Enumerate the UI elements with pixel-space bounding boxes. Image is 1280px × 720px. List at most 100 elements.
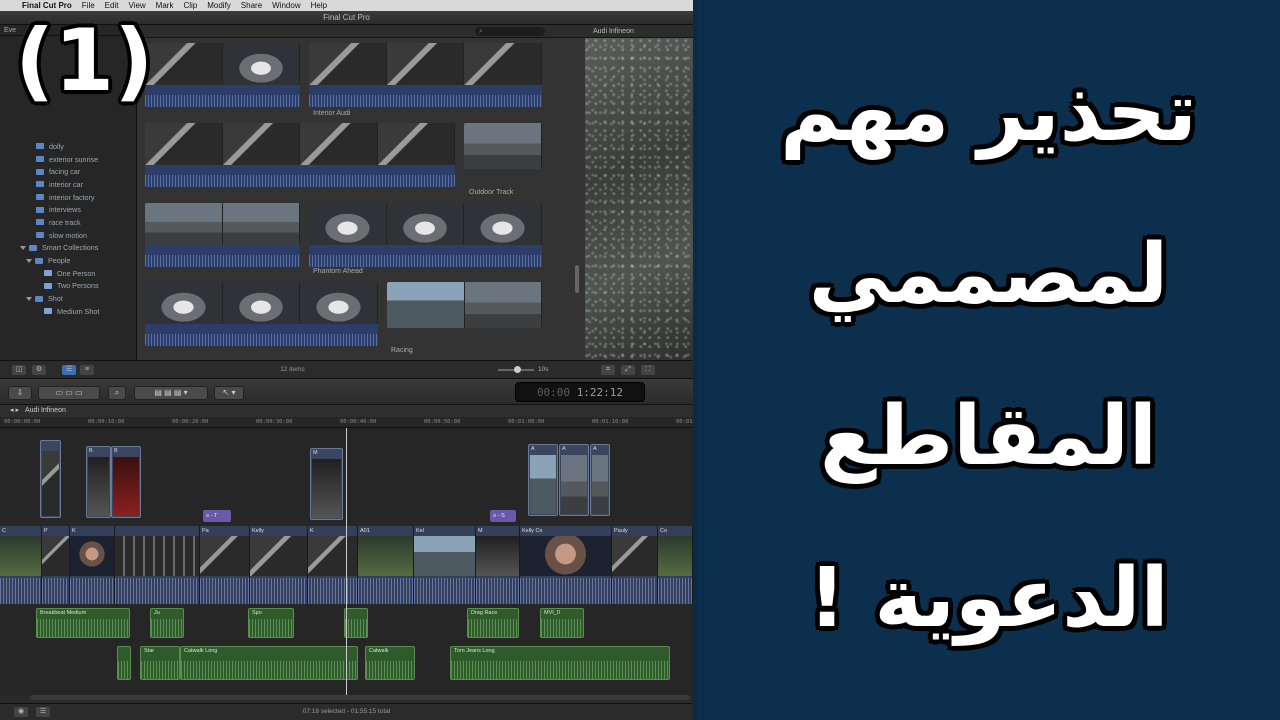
- storyline-clip[interactable]: M: [476, 526, 520, 604]
- transform-icon[interactable]: ⤢: [621, 365, 635, 375]
- browser-clip[interactable]: [145, 203, 300, 267]
- menu-clip[interactable]: Clip: [183, 0, 197, 11]
- disclosure-triangle-icon[interactable]: [26, 296, 32, 301]
- audio-clip[interactable]: Breakbeat Medium: [36, 608, 130, 638]
- library-item-people[interactable]: People: [0, 254, 137, 267]
- headline-line-2: لمصممي: [808, 227, 1169, 322]
- timeline[interactable]: B B M A A A ≡ - T ≡ - S C P K Pa Kelly K…: [0, 428, 693, 696]
- browser-clip[interactable]: [309, 43, 542, 107]
- title-clip[interactable]: ≡ - T: [203, 510, 231, 522]
- connected-clip[interactable]: A: [528, 444, 558, 516]
- timeline-ruler[interactable]: 00:00:00:00 00:00:10:00 00:00:20:00 00:00:3…: [0, 417, 693, 428]
- connected-clip[interactable]: B: [86, 446, 111, 518]
- audio-clip[interactable]: Ju: [150, 608, 184, 638]
- storyline-clip[interactable]: Pauly: [612, 526, 658, 604]
- fullscreen-icon[interactable]: ⛶: [641, 365, 655, 375]
- storyline-clip[interactable]: Kel: [414, 526, 476, 604]
- clip-label: Spo: [252, 610, 262, 616]
- browser-clip[interactable]: [387, 282, 542, 328]
- library-item-interior-car[interactable]: interior car: [0, 178, 137, 191]
- library-item-label: facing car: [49, 167, 81, 177]
- library-item-one-person[interactable]: One Person: [0, 267, 137, 280]
- disclosure-triangle-icon[interactable]: [26, 258, 32, 263]
- audio-clip[interactable]: Drag Race: [467, 608, 519, 638]
- keyword-collection-icon: [36, 232, 44, 239]
- library-item-dolly[interactable]: dolly: [0, 140, 137, 153]
- inspector-icon[interactable]: ⌕: [108, 386, 126, 400]
- browser-clip[interactable]: [145, 123, 455, 187]
- storyline-clip[interactable]: [115, 526, 200, 604]
- browser-clip[interactable]: [145, 282, 378, 346]
- crop-icon[interactable]: ⌗: [601, 365, 615, 375]
- audio-clip[interactable]: Catwalk Long: [180, 646, 358, 680]
- storyline-clip[interactable]: Pa: [200, 526, 250, 604]
- audio-clip[interactable]: Torn Jeans Long: [450, 646, 670, 680]
- import-icon[interactable]: ⇩: [8, 386, 32, 400]
- library-item-smart-collections[interactable]: Smart Collections: [0, 242, 137, 255]
- menu-help[interactable]: Help: [311, 0, 327, 11]
- library-item-interviews[interactable]: interviews: [0, 203, 137, 216]
- viewer-footer: ⌗ ⤢ ⛶: [585, 360, 693, 378]
- connected-clip[interactable]: M: [310, 448, 343, 520]
- connected-clip[interactable]: B: [111, 446, 141, 518]
- library-item-medium-shot[interactable]: Medium Shot: [0, 305, 137, 318]
- storyline-clip[interactable]: C: [0, 526, 42, 604]
- menu-bar: Final Cut Pro File Edit View Mark Clip M…: [0, 0, 693, 11]
- audio-clip[interactable]: [344, 608, 368, 638]
- audio-clip[interactable]: Catwalk: [365, 646, 415, 680]
- menu-modify[interactable]: Modify: [207, 0, 231, 11]
- library-item-facing-car[interactable]: facing car: [0, 165, 137, 178]
- browser-clip[interactable]: [145, 43, 300, 107]
- title-clip[interactable]: ≡ - S: [490, 510, 516, 522]
- append-buttons[interactable]: ▤ ▤ ▤ ▾: [134, 386, 208, 400]
- library-item-exterior-sunrise[interactable]: exterior sunrise: [0, 153, 137, 166]
- library-item-shot[interactable]: Shot: [0, 292, 137, 305]
- smart-collection-icon: [44, 308, 52, 315]
- clip-label: Pa: [202, 528, 209, 534]
- clip-label: A01: [360, 528, 370, 534]
- browser-clip[interactable]: [464, 123, 542, 169]
- zoom-slider-knob[interactable]: [514, 366, 521, 373]
- menu-view[interactable]: View: [128, 0, 145, 11]
- connected-clip[interactable]: A: [559, 444, 589, 516]
- edit-buttons[interactable]: ▭ ▭ ▭: [38, 386, 100, 400]
- storyline-clip[interactable]: Co: [658, 526, 693, 604]
- menu-share[interactable]: Share: [241, 0, 262, 11]
- library-item-slow-motion[interactable]: slow motion: [0, 229, 137, 242]
- select-tool-icon[interactable]: ↖ ▾: [214, 386, 244, 400]
- library-item-label: race track: [49, 217, 81, 227]
- audio-clip[interactable]: [117, 646, 131, 680]
- audio-clip[interactable]: Spo: [248, 608, 294, 638]
- menu-file[interactable]: File: [82, 0, 95, 11]
- browser-clip[interactable]: [309, 203, 542, 267]
- storyline-clip[interactable]: Kelly: [250, 526, 308, 604]
- menu-window[interactable]: Window: [272, 0, 300, 11]
- library-item-race-track[interactable]: race track: [0, 216, 137, 229]
- connected-clip[interactable]: A: [590, 444, 610, 516]
- clip-label: K: [310, 528, 314, 534]
- search-input[interactable]: ⌕: [475, 27, 545, 36]
- storyline-clip[interactable]: K: [70, 526, 115, 604]
- menu-app[interactable]: Final Cut Pro: [22, 0, 72, 11]
- library-item-label: exterior sunrise: [49, 154, 99, 164]
- connected-clip[interactable]: [40, 440, 61, 518]
- library-item-two-persons[interactable]: Two Persons: [0, 280, 137, 293]
- keyword-collection-icon: [36, 168, 44, 175]
- menu-mark[interactable]: Mark: [156, 0, 174, 11]
- ruler-tick-label: 00:00:50:00: [424, 419, 461, 425]
- storyline-clip[interactable]: K: [308, 526, 358, 604]
- browser-scrollbar[interactable]: [575, 265, 579, 293]
- storyline-clip[interactable]: A01: [358, 526, 414, 604]
- toolbar: ⇩ ▭ ▭ ▭ ⌕ ▤ ▤ ▤ ▾ ↖ ▾ 00:00 1:22:12: [0, 378, 693, 405]
- audio-clip[interactable]: Star: [140, 646, 180, 680]
- disclosure-triangle-icon[interactable]: [20, 245, 26, 250]
- library-item-interior-factory[interactable]: interior factory: [0, 191, 137, 204]
- playhead[interactable]: [346, 428, 347, 696]
- storyline-clip[interactable]: P: [42, 526, 70, 604]
- storyline-clip[interactable]: Kelly Co: [520, 526, 612, 604]
- audio-clip[interactable]: MVI_0: [540, 608, 584, 638]
- timeline-scrollbar[interactable]: [30, 695, 690, 700]
- clip-label: A: [562, 446, 566, 452]
- menu-edit[interactable]: Edit: [105, 0, 119, 11]
- title-clip-label: S: [501, 513, 505, 519]
